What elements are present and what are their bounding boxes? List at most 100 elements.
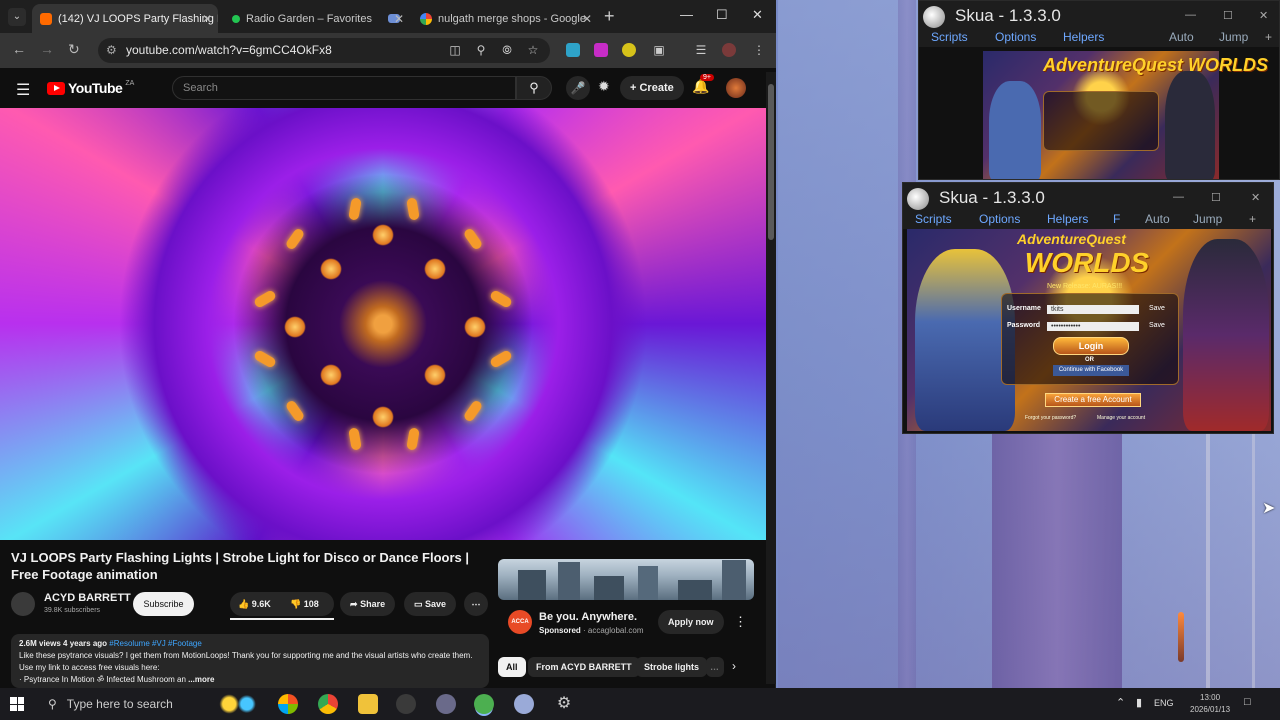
new-tab-icon[interactable]: + xyxy=(604,6,615,27)
chrome-icon[interactable] xyxy=(318,694,338,714)
youtube-logo[interactable]: YouTube ZA xyxy=(47,80,134,96)
site-info-icon[interactable]: ⚙ xyxy=(106,38,117,63)
install-app-icon[interactable]: ◫ xyxy=(448,43,462,57)
chip-from-channel[interactable]: From ACYD BARRETT xyxy=(528,657,640,677)
scrollbar-thumb[interactable] xyxy=(768,84,774,240)
video-player[interactable] xyxy=(0,108,766,540)
menu-scripts[interactable]: Scripts xyxy=(931,30,968,44)
facebook-login-button[interactable]: Continue with Facebook xyxy=(1053,365,1129,376)
ad-logo[interactable]: ACCA xyxy=(508,610,532,634)
ad-title[interactable]: Be you. Anywhere. xyxy=(539,611,637,623)
voice-search-icon[interactable]: 🎤 xyxy=(566,76,590,100)
create-button[interactable]: + Create xyxy=(620,76,684,100)
chip-strobe-lights[interactable]: Strobe lights xyxy=(636,657,708,677)
tab-youtube[interactable]: (142) VJ LOOPS Party Flashing L ✕ xyxy=(32,4,218,33)
forgot-password-link[interactable]: Forgot your password? xyxy=(1025,415,1076,421)
menu-auto[interactable]: Auto xyxy=(1145,212,1170,226)
menu-f[interactable]: F xyxy=(1113,212,1120,226)
menu-jump[interactable]: Jump xyxy=(1193,212,1222,226)
dislike-button[interactable]: 👎 108 xyxy=(290,592,319,616)
close-tab-icon[interactable]: ✕ xyxy=(394,12,404,26)
tracking-off-icon[interactable]: ⦾ xyxy=(500,43,514,57)
notification-center-icon[interactable]: □ xyxy=(1244,696,1251,708)
close-window-icon[interactable]: ✕ xyxy=(752,7,763,23)
tab-google-search[interactable]: nulgath merge shops - Google ✕ xyxy=(412,4,598,33)
apply-now-button[interactable]: Apply now xyxy=(658,610,724,634)
minimize-icon[interactable]: — xyxy=(1185,9,1196,21)
more-actions-icon[interactable]: ⋯ xyxy=(464,592,488,616)
maximize-icon[interactable]: ☐ xyxy=(716,7,728,23)
save-username-checkbox[interactable]: Save xyxy=(1149,305,1165,312)
extension-tube-icon[interactable] xyxy=(594,43,608,57)
video-description[interactable]: 2.6M views 4 years ago #Resolume #VJ #Fo… xyxy=(11,634,489,688)
menu-helpers[interactable]: Helpers xyxy=(1047,212,1088,226)
menu-scripts[interactable]: Scripts xyxy=(915,212,952,226)
minimize-icon[interactable]: — xyxy=(680,7,693,22)
menu-helpers[interactable]: Helpers xyxy=(1063,30,1104,44)
battery-icon[interactable]: ▮ xyxy=(1136,696,1142,709)
share-button[interactable]: ➦ Share xyxy=(340,592,396,616)
minimize-icon[interactable]: — xyxy=(1173,191,1184,203)
chip-partial[interactable]: … xyxy=(706,657,724,677)
menu-add-icon[interactable]: + xyxy=(1249,212,1256,226)
skua-taskbar-icon[interactable] xyxy=(514,694,534,714)
account-avatar[interactable] xyxy=(726,78,746,98)
tray-chevron-icon[interactable]: ⌃ xyxy=(1116,696,1125,709)
chip-all[interactable]: All xyxy=(498,657,526,677)
steam-icon[interactable] xyxy=(396,694,416,714)
show-more-link[interactable]: ...more xyxy=(188,675,214,684)
extension-coin-icon[interactable] xyxy=(622,43,636,57)
windows-start-icon[interactable] xyxy=(10,697,24,711)
game-canvas[interactable]: AdventureQuest WORLDS New Release: AURAS… xyxy=(907,229,1271,431)
chrome-active-icon[interactable] xyxy=(474,694,494,714)
menu-options[interactable]: Options xyxy=(995,30,1036,44)
create-account-button[interactable]: Create a free Account xyxy=(1045,393,1141,407)
language-indicator[interactable]: ENG xyxy=(1154,698,1174,708)
reload-icon[interactable]: ↻ xyxy=(68,41,80,58)
youtube-search-input[interactable]: Search xyxy=(172,76,516,100)
save-button[interactable]: ▭ Save xyxy=(404,592,457,616)
password-input[interactable]: •••••••••••• xyxy=(1047,322,1139,331)
tab-search-icon[interactable]: ⌄ xyxy=(8,8,26,26)
search-highlight-icon[interactable] xyxy=(216,694,260,714)
taskbar-clock[interactable]: 13:00 2026/01/13 xyxy=(1190,692,1230,716)
subscribe-button[interactable]: Subscribe xyxy=(133,592,194,616)
file-explorer-icon[interactable] xyxy=(358,694,378,714)
back-icon[interactable]: ← xyxy=(12,41,26,57)
like-button[interactable]: 👍 9.6K xyxy=(238,592,271,616)
menu-add-icon[interactable]: + xyxy=(1265,30,1272,44)
maximize-icon[interactable]: ☐ xyxy=(1211,191,1221,204)
close-icon[interactable]: ✕ xyxy=(1251,191,1260,204)
username-input[interactable]: tkits xyxy=(1047,305,1139,314)
channel-name[interactable]: ACYD BARRETT xyxy=(44,592,131,604)
settings-gear-icon[interactable]: ⚙ xyxy=(554,694,574,714)
forward-icon[interactable]: → xyxy=(40,41,54,57)
login-button[interactable]: Login xyxy=(1053,337,1129,355)
copilot-icon[interactable] xyxy=(278,694,298,714)
game-canvas[interactable]: AdventureQuest WORLDS xyxy=(983,51,1268,179)
menu-auto[interactable]: Auto xyxy=(1169,30,1194,44)
save-password-checkbox[interactable]: Save xyxy=(1149,322,1165,329)
ai-sparkle-icon[interactable]: ✹ xyxy=(598,78,610,95)
zoom-icon[interactable]: ⚲ xyxy=(474,43,488,57)
media-control-icon[interactable]: ☰ xyxy=(694,43,708,57)
browser-menu-icon[interactable]: ⋮ xyxy=(752,43,766,57)
extension-translate-icon[interactable] xyxy=(566,43,580,57)
taskbar-search[interactable]: ⚲ Type here to search xyxy=(48,697,173,711)
tab-radio-garden[interactable]: Radio Garden – Favorites ✕ xyxy=(224,4,410,33)
channel-avatar[interactable] xyxy=(11,592,35,616)
chevron-right-icon[interactable]: › xyxy=(732,659,736,673)
search-icon[interactable]: ⚲ xyxy=(516,76,552,100)
menu-options[interactable]: Options xyxy=(979,212,1020,226)
bookmark-star-icon[interactable]: ☆ xyxy=(526,43,540,57)
manage-account-link[interactable]: Manage your account xyxy=(1097,415,1145,421)
ad-banner-image[interactable] xyxy=(498,559,754,600)
app-icon[interactable] xyxy=(436,694,456,714)
close-tab-icon[interactable]: ✕ xyxy=(202,12,212,26)
close-tab-icon[interactable]: ✕ xyxy=(582,12,592,26)
profile-avatar-icon[interactable] xyxy=(722,43,736,57)
close-icon[interactable]: ✕ xyxy=(1259,9,1268,22)
ad-menu-icon[interactable]: ⋮ xyxy=(734,614,747,630)
hamburger-menu-icon[interactable]: ☰ xyxy=(16,80,30,100)
menu-jump[interactable]: Jump xyxy=(1219,30,1248,44)
